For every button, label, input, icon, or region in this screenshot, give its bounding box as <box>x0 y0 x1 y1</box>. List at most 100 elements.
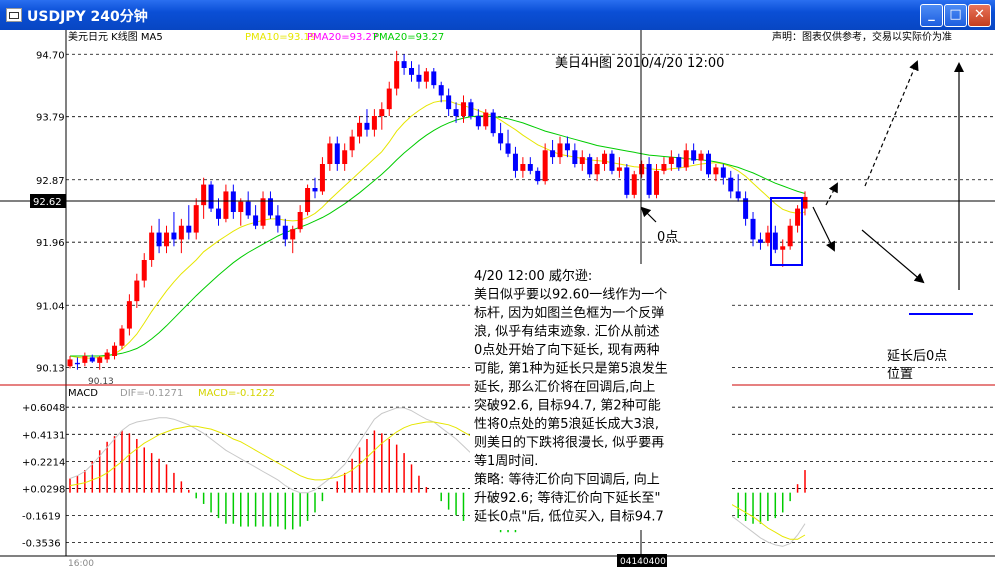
current-price-label: 92.62 <box>33 197 62 208</box>
candle-body <box>728 177 734 192</box>
candle-body <box>453 109 459 116</box>
candle-body <box>342 150 348 164</box>
cursor-time-label: 04140400 <box>620 557 666 567</box>
candle-body <box>683 150 689 168</box>
dif-label: DIF=-0.1271 <box>120 388 183 399</box>
candle-body <box>505 143 511 154</box>
macd-title: MACD <box>68 388 98 399</box>
chart-title: 美日4H图 2010/4/20 12:00 <box>555 56 724 71</box>
analysis-note-line: 突破92.6, 目标94.7, 第2种可能 <box>474 398 661 414</box>
candle-body <box>713 167 719 175</box>
candle-body <box>624 167 630 195</box>
candle-body <box>802 196 808 209</box>
candle-body <box>193 205 199 233</box>
candle-body <box>364 122 370 130</box>
candle-body <box>765 232 771 243</box>
app-icon[interactable] <box>6 8 22 22</box>
candle-body <box>579 157 585 164</box>
candle-body <box>230 191 236 212</box>
candle-body <box>460 102 466 116</box>
analysis-note-line: 标杆, 因为如图兰色框为一个反弹 <box>474 305 664 321</box>
candle-body <box>312 188 318 192</box>
candle-body <box>416 74 422 82</box>
indicator-label: 美元日元 K线图 MA5 <box>68 30 163 43</box>
candle-body <box>475 116 481 127</box>
candle-body <box>164 232 170 247</box>
candle-body <box>357 122 363 137</box>
macd-tick-label: +0.6048 <box>22 403 65 414</box>
candle-body <box>616 167 622 171</box>
price-chart[interactable]: 92.62 04140400 16:00 美元日元 K线图 MA5 PMA10=… <box>0 30 995 569</box>
candle-body <box>327 143 333 164</box>
price-tick-label: 92.87 <box>36 176 65 187</box>
zero-point-label: 0点 <box>657 230 678 245</box>
candle-body <box>104 352 110 360</box>
candle-body <box>208 184 214 209</box>
candle-body <box>542 150 548 182</box>
candle-body <box>156 232 162 247</box>
candle-body <box>512 153 518 171</box>
candle-body <box>171 232 177 240</box>
candle-body <box>275 215 281 226</box>
candle-body <box>639 164 645 175</box>
candle-body <box>446 95 452 110</box>
candle-body <box>223 191 229 219</box>
analysis-note-line: 浪, 似乎有结束迹象. 汇价从前述 <box>474 324 660 340</box>
candle-body <box>676 157 682 168</box>
macd-tick-label: +0.2214 <box>22 457 65 468</box>
maximize-button[interactable]: □ <box>944 4 967 27</box>
candle-body <box>149 232 155 260</box>
candle-body <box>483 112 489 127</box>
candle-body <box>661 164 667 171</box>
candle-body <box>126 301 132 329</box>
title-bar[interactable]: USDJPY 240分钟 _ □ ✕ <box>0 0 995 30</box>
candle-body <box>386 88 392 110</box>
candle-body <box>371 116 377 130</box>
candle-body <box>89 357 95 362</box>
candle-body <box>186 225 192 233</box>
candle-body <box>334 143 340 164</box>
candle-body <box>787 225 793 247</box>
candle-body <box>82 356 88 363</box>
candle-body <box>379 109 385 116</box>
analysis-note-line: 延长, 那么汇价将在回调后,向上 <box>474 379 655 395</box>
candle-body <box>557 143 563 158</box>
candle-body <box>297 212 303 230</box>
analysis-note-line: 等1周时间. <box>474 453 538 469</box>
candle-body <box>290 229 296 240</box>
candle-body <box>409 68 415 75</box>
candle-body <box>631 174 637 195</box>
candle-body <box>587 157 593 175</box>
analysis-note-line: 延长0点"后, 低位买入, 目标94.7 <box>474 510 664 525</box>
candle-body <box>757 239 763 243</box>
close-button[interactable]: ✕ <box>968 4 991 27</box>
candle-body <box>609 153 615 171</box>
candle-body <box>720 167 726 178</box>
candle-body <box>245 201 251 216</box>
analysis-note-line: 美日似乎要以92.60一线作为一个 <box>474 288 667 303</box>
candle-body <box>668 157 674 164</box>
candle-body <box>691 150 697 161</box>
candle-body <box>305 188 311 212</box>
price-tick-label: 90.13 <box>36 364 65 375</box>
candle-body <box>750 218 756 240</box>
candle-body <box>550 150 556 158</box>
candle-body <box>178 225 184 240</box>
macd-tick-label: -0.1619 <box>22 512 61 523</box>
candle-body <box>431 71 437 86</box>
candle-body <box>498 133 504 144</box>
ma20b-label: PMA20=93.27 <box>373 32 444 43</box>
price-tick-label: 93.79 <box>36 113 65 124</box>
candle-body <box>698 153 704 161</box>
analysis-note-line: 0点处开始了向下延长, 现有两种 <box>474 342 660 358</box>
analysis-note-line: 则美日的下跌将很漫长, 似乎要再 <box>474 435 664 451</box>
candle-body <box>319 164 325 192</box>
extension-label-line1: 延长后0点 <box>887 349 947 364</box>
candle-body <box>282 225 288 240</box>
minimize-button[interactable]: _ <box>920 4 943 27</box>
candle-body <box>112 345 118 356</box>
analysis-note-line: 策略: 等待汇价向下回调后, 向上 <box>474 472 660 488</box>
analysis-note-line: 可能, 第1种为延长只是第5浪发生 <box>474 361 668 377</box>
low-price-label: 90.13 <box>88 377 114 387</box>
candle-body <box>705 153 711 175</box>
